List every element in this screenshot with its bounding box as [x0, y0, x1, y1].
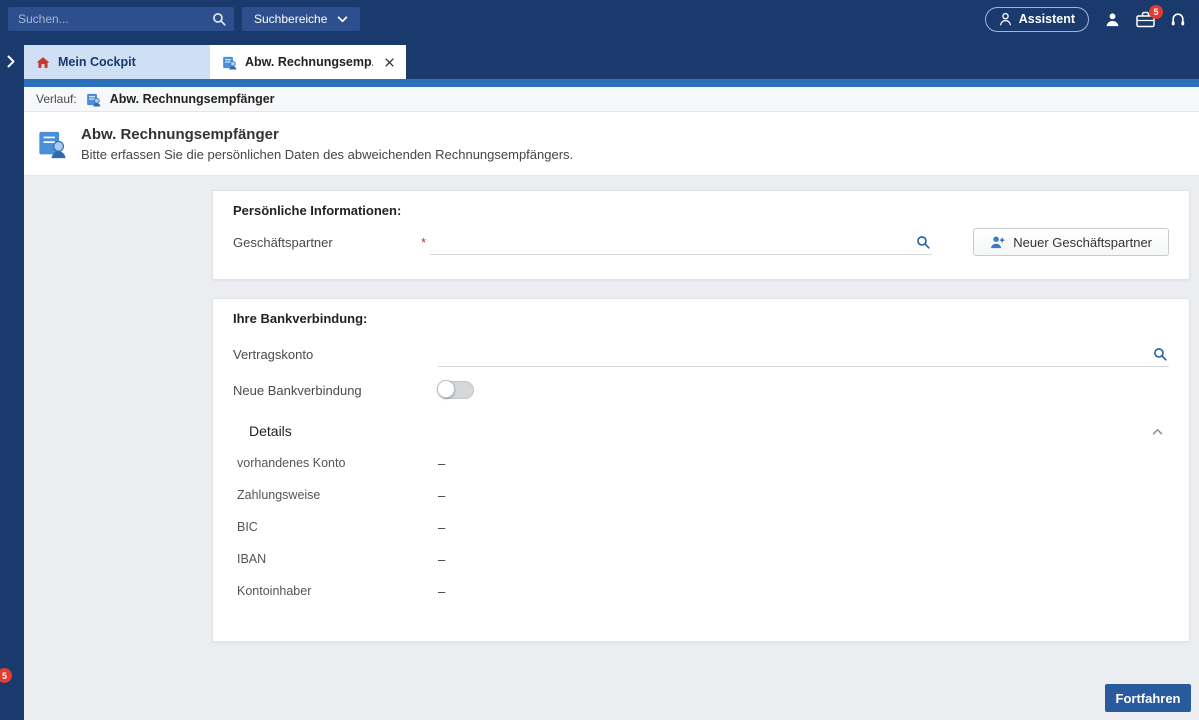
assistant-button[interactable]: Assistent — [985, 7, 1089, 32]
vertragskonto-input[interactable] — [438, 345, 1147, 362]
detail-value: – — [438, 456, 445, 471]
detail-row-kontoinhaber: Kontoinhaber – — [233, 575, 1169, 607]
topbar: Suchbereiche Assistent 5 — [0, 0, 1199, 38]
details-rows: vorhandenes Konto – Zahlungsweise – BIC … — [233, 447, 1169, 607]
geschaeftspartner-label: Geschäftspartner — [233, 235, 421, 250]
assistant-label: Assistent — [1019, 12, 1075, 26]
vertragskonto-label: Vertragskonto — [233, 347, 438, 362]
geschaeftspartner-field[interactable] — [430, 229, 932, 255]
notification-badge: 5 — [1149, 5, 1163, 19]
tab-mein-cockpit[interactable]: Mein Cockpit — [24, 45, 210, 79]
neue-bankverbindung-label: Neue Bankverbindung — [233, 383, 438, 398]
detail-value: – — [438, 584, 445, 599]
chevron-up-icon[interactable] — [1152, 428, 1163, 435]
left-rail: 5 — [0, 38, 24, 720]
search-input[interactable] — [16, 11, 206, 27]
global-search[interactable] — [8, 7, 234, 31]
neue-bankverbindung-toggle[interactable] — [438, 381, 474, 399]
detail-value: – — [438, 520, 445, 535]
briefcase-icon[interactable]: 5 — [1136, 11, 1155, 28]
topbar-actions: Assistent 5 — [985, 7, 1199, 32]
detail-row-bic: BIC – — [233, 511, 1169, 543]
add-person-icon — [990, 235, 1005, 249]
contact-card-icon — [222, 55, 237, 70]
detail-label: IBAN — [237, 552, 438, 566]
expand-sidebar-chevron-icon[interactable] — [7, 55, 15, 68]
search-scope-button[interactable]: Suchbereiche — [242, 7, 360, 31]
search-icon[interactable] — [1153, 347, 1167, 361]
neuer-geschaeftspartner-label: Neuer Geschäftspartner — [1013, 235, 1152, 250]
assistant-icon — [999, 12, 1012, 26]
detail-label: Zahlungsweise — [237, 488, 438, 502]
detail-row-vorhandenes-konto: vorhandenes Konto – — [233, 447, 1169, 479]
tab-label: Abw. Rechnungsemp... — [245, 55, 373, 69]
bank-card: Ihre Bankverbindung: Vertragskonto Neue … — [212, 298, 1190, 642]
breadcrumb-prefix: Verlauf: — [36, 92, 77, 106]
accent-bar — [24, 79, 1199, 87]
search-icon[interactable] — [212, 12, 226, 26]
tab-abw-rechnungsempfaenger[interactable]: Abw. Rechnungsemp... — [210, 45, 406, 79]
detail-value: – — [438, 488, 445, 503]
page-icon — [37, 129, 67, 159]
fortfahren-button[interactable]: Fortfahren — [1105, 684, 1191, 712]
content-area: Persönliche Informationen: Geschäftspart… — [24, 176, 1199, 720]
section-heading-bank: Ihre Bankverbindung: — [233, 311, 1169, 326]
chevron-down-icon — [337, 16, 348, 23]
geschaeftspartner-row: Geschäftspartner * Neuer Geschäftspartne… — [233, 228, 1169, 256]
required-asterisk: * — [421, 235, 430, 250]
vertragskonto-row: Vertragskonto — [233, 341, 1169, 367]
detail-row-zahlungsweise: Zahlungsweise – — [233, 479, 1169, 511]
detail-label: vorhandenes Konto — [237, 456, 438, 470]
detail-label: Kontoinhaber — [237, 584, 438, 598]
details-header: Details — [233, 423, 1169, 439]
contact-card-icon — [86, 92, 101, 107]
breadcrumb: Verlauf: Abw. Rechnungsempfänger — [24, 87, 1199, 112]
home-icon — [36, 56, 50, 69]
detail-row-iban: IBAN – — [233, 543, 1169, 575]
breadcrumb-item[interactable]: Abw. Rechnungsempfänger — [110, 92, 275, 106]
personal-info-card: Persönliche Informationen: Geschäftspart… — [212, 190, 1190, 280]
detail-label: BIC — [237, 520, 438, 534]
search-icon[interactable] — [916, 235, 930, 249]
section-heading-personal: Persönliche Informationen: — [233, 203, 1169, 218]
neue-bankverbindung-row: Neue Bankverbindung — [233, 381, 1169, 399]
page-header-text: Abw. Rechnungsempfänger Bitte erfassen S… — [81, 126, 573, 162]
geschaeftspartner-input[interactable] — [430, 233, 910, 250]
toggle-knob — [437, 380, 455, 398]
headset-icon[interactable] — [1171, 12, 1185, 27]
page-subtitle: Bitte erfassen Sie die persönlichen Date… — [81, 147, 573, 162]
page-header: Abw. Rechnungsempfänger Bitte erfassen S… — [24, 112, 1199, 176]
user-icon[interactable] — [1105, 12, 1120, 27]
vertragskonto-field[interactable] — [438, 341, 1169, 367]
search-scope-label: Suchbereiche — [254, 12, 327, 26]
tab-label: Mein Cockpit — [58, 55, 198, 69]
close-icon[interactable] — [385, 58, 394, 67]
neuer-geschaeftspartner-button[interactable]: Neuer Geschäftspartner — [973, 228, 1169, 256]
page-title: Abw. Rechnungsempfänger — [81, 126, 573, 143]
detail-value: – — [438, 552, 445, 567]
details-heading: Details — [249, 423, 292, 439]
rail-notification-badge: 5 — [0, 668, 12, 683]
tab-bar: Mein Cockpit Abw. Rechnungsemp... — [24, 38, 1199, 79]
